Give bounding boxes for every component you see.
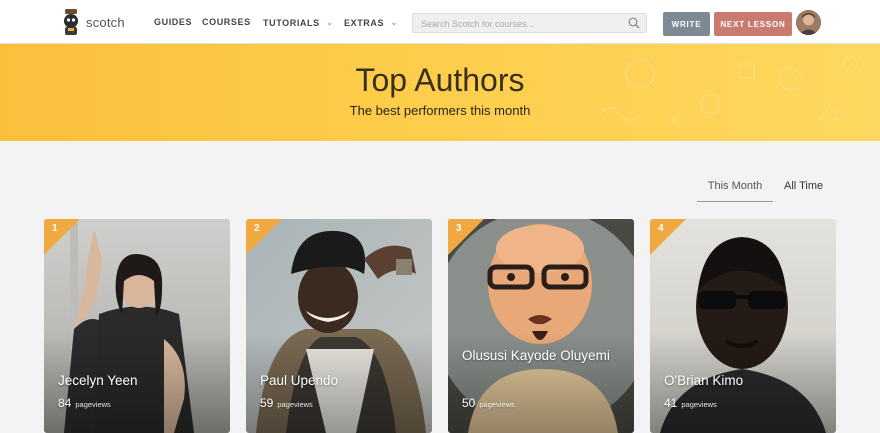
author-pageviews: 50 pageviews <box>462 396 515 410</box>
nav-link-courses[interactable]: COURSES <box>202 17 251 27</box>
author-name: Olususi Kayode Oluyemi <box>462 348 610 363</box>
search-icon[interactable] <box>628 17 640 29</box>
rank-badge <box>650 219 686 255</box>
top-navbar: scotch GUIDES COURSES TUTORIALS ⌄ EXTRAS… <box>0 0 880 44</box>
rank-badge <box>448 219 484 255</box>
rank-number: 1 <box>52 223 58 234</box>
rank-number: 4 <box>658 223 664 234</box>
author-card[interactable]: 3 Olususi Kayode Oluyemi 50 pageviews <box>448 219 634 433</box>
scotch-logo-icon <box>64 9 78 35</box>
pageview-label: pageviews <box>75 400 111 409</box>
tab-all-time[interactable]: All Time <box>784 180 823 192</box>
pageview-label: pageviews <box>479 400 515 409</box>
nav-link-label: GUIDES <box>154 17 193 27</box>
author-pageviews: 41 pageviews <box>664 396 717 410</box>
hero-banner: Top Authors The best performers this mon… <box>0 44 880 141</box>
page-subtitle: The best performers this month <box>349 103 531 118</box>
nav-link-label: TUTORIALS <box>263 17 320 28</box>
rank-number: 3 <box>456 223 462 234</box>
scotch-logo[interactable]: scotch <box>60 8 125 36</box>
author-card[interactable]: 2 Paul Upendo 59 pageviews <box>246 219 432 433</box>
search-input[interactable] <box>413 15 618 33</box>
author-name: Jecelyn Yeen <box>58 373 138 388</box>
avatar-image <box>796 10 821 35</box>
user-avatar[interactable] <box>796 10 821 35</box>
author-card[interactable]: 4 O'Brian Kimo 41 pageviews <box>650 219 836 433</box>
nav-link-label: COURSES <box>202 17 251 27</box>
search-box <box>412 13 647 33</box>
page-title: Top Authors <box>355 62 525 98</box>
nav-link-guides[interactable]: GUIDES <box>154 17 192 27</box>
rank-badge <box>246 219 282 255</box>
pageview-count: 59 <box>260 396 274 410</box>
chevron-down-icon: ⌄ <box>325 17 334 27</box>
logo-text: scotch <box>86 14 125 30</box>
nav-link-label: EXTRAS <box>344 17 385 28</box>
pageview-count: 41 <box>664 396 678 410</box>
pageview-label: pageviews <box>277 400 313 409</box>
nav-link-extras[interactable]: EXTRAS ⌄ <box>344 17 398 28</box>
rank-number: 2 <box>254 223 260 234</box>
nav-link-tutorials[interactable]: TUTORIALS ⌄ <box>263 17 334 28</box>
pageview-count: 50 <box>462 396 476 410</box>
author-name: Paul Upendo <box>260 373 339 388</box>
rank-badge <box>44 219 80 255</box>
author-pageviews: 59 pageviews <box>260 396 313 410</box>
tab-this-month[interactable]: This Month <box>697 180 773 202</box>
author-name: O'Brian Kimo <box>664 373 744 388</box>
pageview-count: 84 <box>58 396 72 410</box>
pageview-label: pageviews <box>681 400 717 409</box>
author-pageviews: 84 pageviews <box>58 396 111 410</box>
next-lesson-button[interactable]: NEXT LESSON <box>714 12 792 36</box>
write-button[interactable]: WRITE <box>663 12 710 36</box>
author-card[interactable]: 1 Jecelyn Yeen 84 pageviews <box>44 219 230 433</box>
chevron-down-icon: ⌄ <box>390 17 399 27</box>
